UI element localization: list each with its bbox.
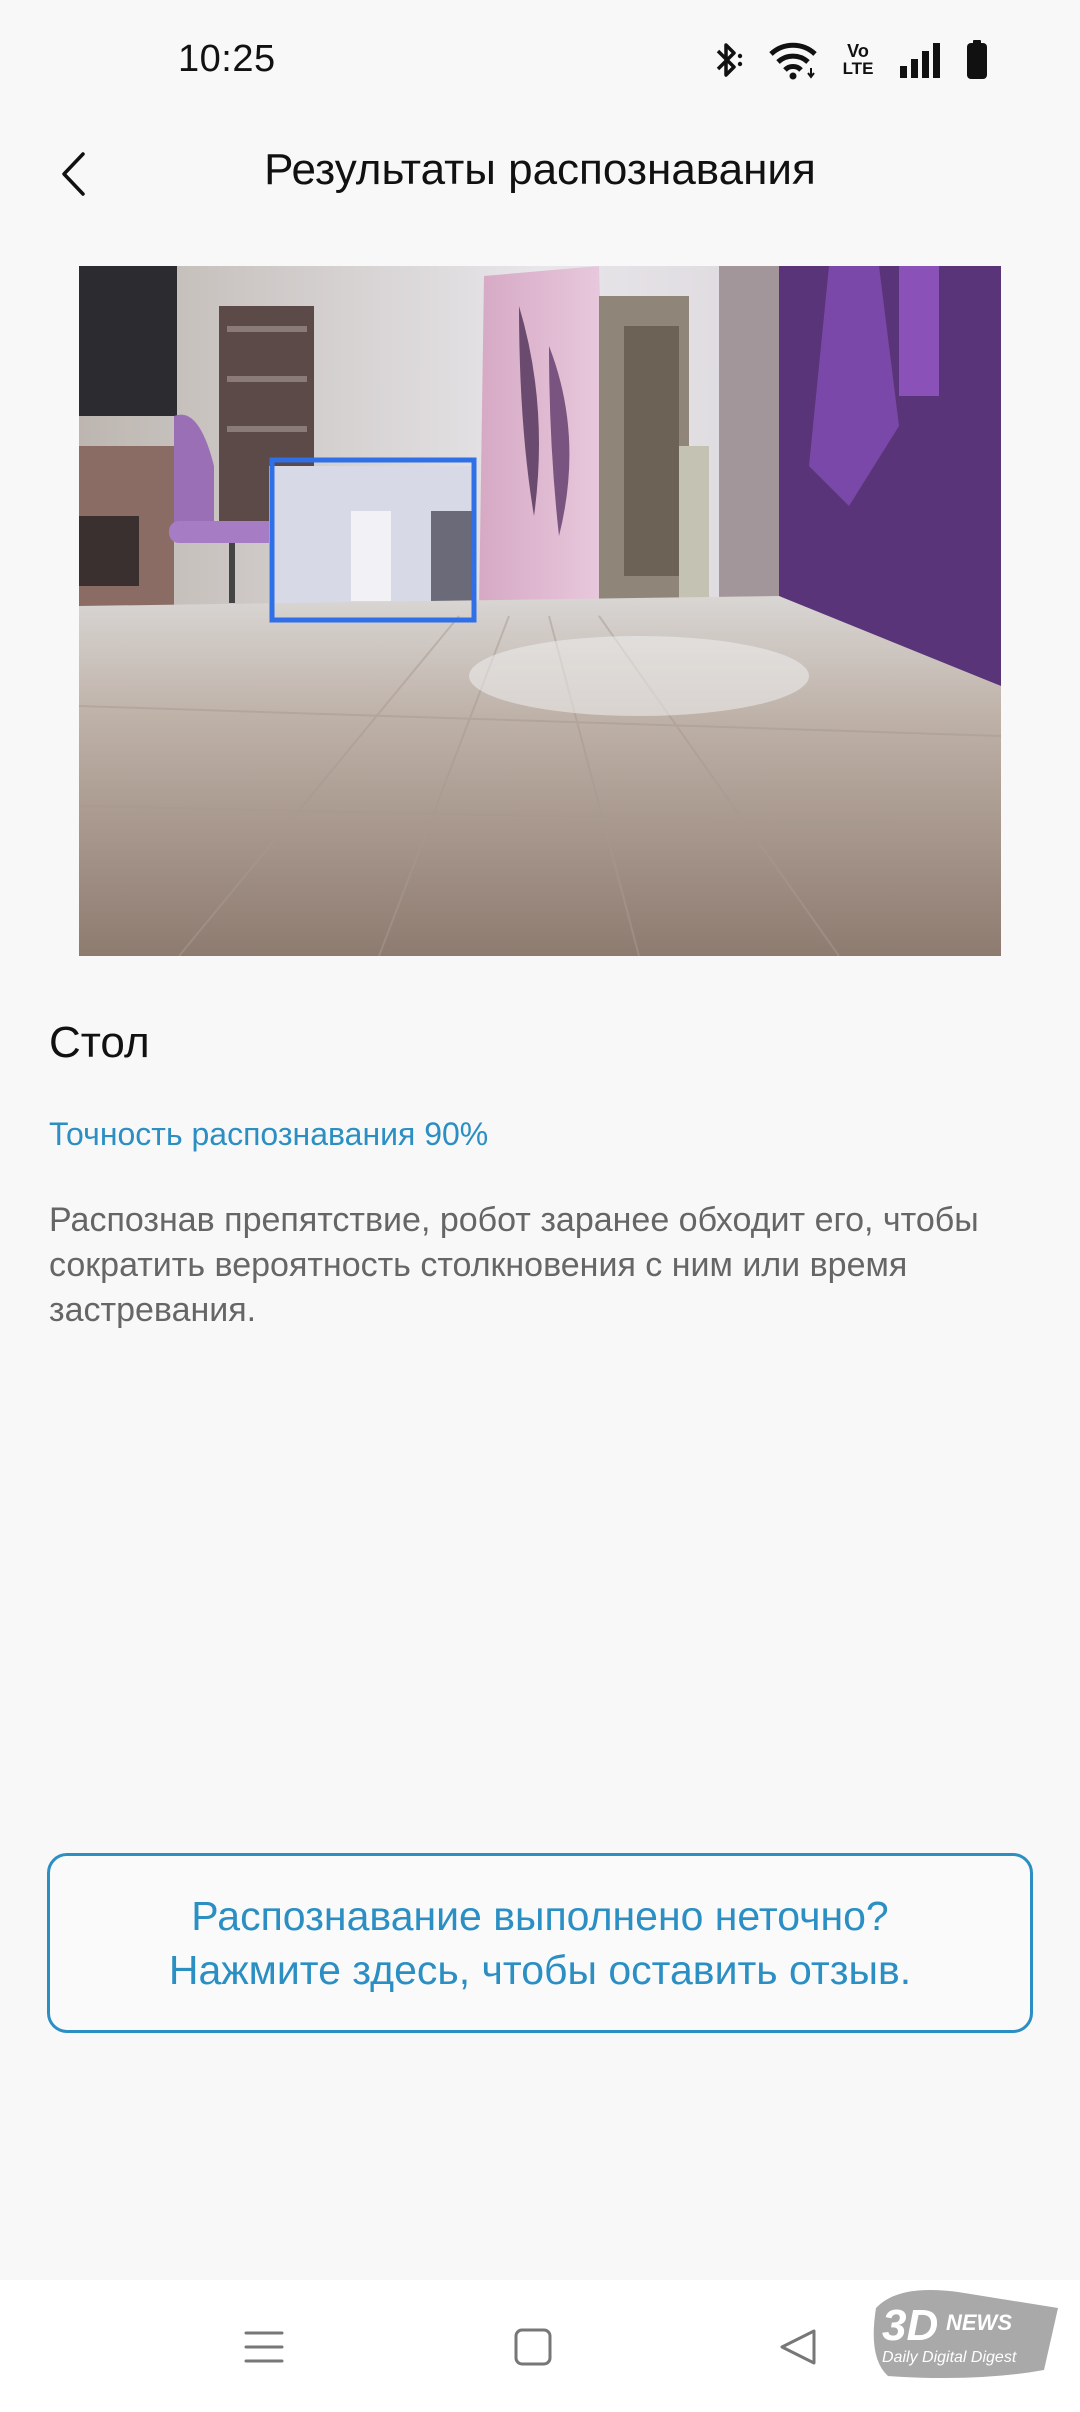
wifi-icon	[769, 42, 817, 80]
menu-icon	[244, 2331, 284, 2363]
header: Результаты распознавания	[0, 120, 1080, 280]
feedback-line-1: Распознавание выполнено неточно?	[191, 1893, 889, 1939]
3dnews-watermark: 3D NEWS Daily Digital Digest	[868, 2278, 1068, 2390]
feedback-line-2: Нажмите здесь, чтобы оставить отзыв.	[168, 1947, 912, 1993]
feedback-button[interactable]: Распознавание выполнено неточно? Нажмите…	[47, 1853, 1033, 2033]
volte-top-label: Vo	[847, 41, 869, 61]
svg-text:Daily Digital Digest: Daily Digital Digest	[882, 2349, 1017, 2366]
object-name: Стол	[49, 1018, 150, 1067]
svg-text:NEWS: NEWS	[946, 2310, 1012, 2335]
back-triangle-icon	[780, 2329, 816, 2365]
recognition-accuracy: Точность распознавания 90%	[49, 1116, 489, 1152]
recognition-description: Распознав препятствие, робот заранее обх…	[49, 1201, 979, 1329]
status-bar: 10:25 Vo LTE	[0, 0, 1080, 120]
battery-icon	[967, 40, 987, 79]
3dnews-logo: 3D NEWS Daily Digital Digest	[873, 2290, 1058, 2378]
room-photo-illustration	[79, 266, 1001, 956]
recognition-results-screen: 10:25 Vo LTE Результаты распознавания Ст…	[0, 0, 1080, 2412]
svg-text:3D: 3D	[882, 2301, 938, 2350]
bluetooth-icon	[716, 43, 743, 77]
status-time: 10:25	[178, 38, 276, 80]
recent-apps-button[interactable]	[234, 2320, 294, 2374]
page-title: Результаты распознавания	[264, 145, 816, 194]
volte-bottom-label: LTE	[842, 59, 874, 78]
home-square-icon	[514, 2328, 552, 2366]
recognition-photo	[79, 266, 1001, 956]
status-icons: Vo LTE	[712, 38, 988, 82]
home-button[interactable]	[503, 2320, 563, 2374]
volte-icon: Vo LTE	[840, 40, 876, 80]
back-nav-button[interactable]	[768, 2320, 828, 2374]
signal-icon	[900, 43, 940, 78]
